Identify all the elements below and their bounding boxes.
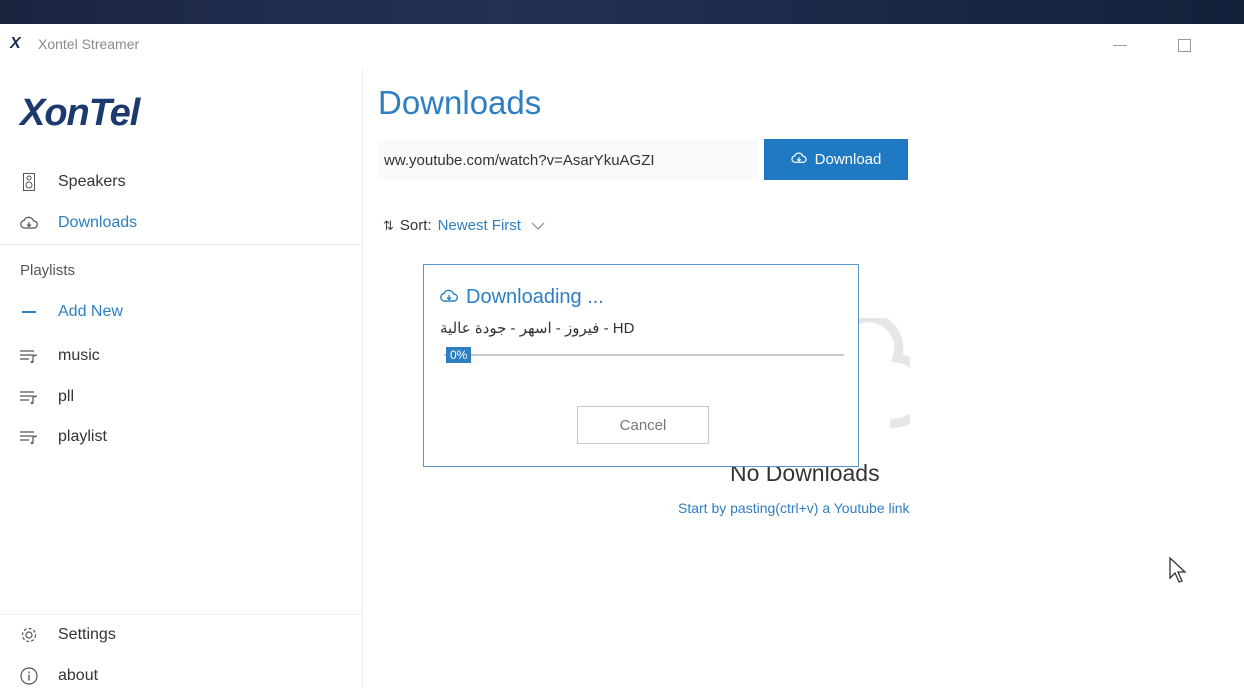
sidebar-divider <box>0 614 362 615</box>
add-new-label: Add New <box>58 303 123 320</box>
maximize-button[interactable] <box>1164 32 1204 58</box>
sort-icon: ⇅ <box>383 217 394 233</box>
minus-icon <box>20 311 38 313</box>
minimize-button[interactable] <box>1100 32 1140 58</box>
speaker-icon <box>20 173 38 191</box>
url-input[interactable] <box>378 140 758 180</box>
cancel-button[interactable]: Cancel <box>577 406 709 444</box>
gear-icon <box>20 626 38 644</box>
sidebar-item-downloads[interactable]: Downloads <box>20 210 137 236</box>
info-icon <box>20 667 38 685</box>
download-progress-bar <box>444 354 844 356</box>
window-titlebar: X Xontel Streamer <box>0 24 1244 68</box>
sidebar-item-label: Speakers <box>58 173 126 190</box>
sort-label: Sort: <box>399 217 432 234</box>
download-progress-dialog: Downloading ... فيروز - اسهر - جودة عالي… <box>423 264 859 467</box>
chevron-down-icon[interactable] <box>531 219 545 233</box>
playlists-heading: Playlists <box>20 262 76 279</box>
sidebar: XonTel Speakers Downloads Playlists Add … <box>0 68 363 688</box>
window-title: Xontel Streamer <box>38 36 140 52</box>
progress-percent: 0% <box>446 347 472 363</box>
sidebar-item-pll[interactable]: pll <box>20 384 74 410</box>
sidebar-item-music[interactable]: music <box>20 343 100 369</box>
sidebar-item-speakers[interactable]: Speakers <box>20 169 126 195</box>
sidebar-item-label: about <box>58 667 99 684</box>
dialog-title: Downloading ... <box>440 286 604 309</box>
sidebar-item-label: playlist <box>58 428 107 445</box>
sidebar-item-label: music <box>58 347 100 364</box>
dialog-title-text: Downloading ... <box>466 286 604 308</box>
sort-control[interactable]: ⇅ Sort: Newest First <box>383 217 545 234</box>
add-playlist-button[interactable]: Add New <box>20 299 123 325</box>
brand-logo: XonTel <box>20 92 140 134</box>
sidebar-item-settings[interactable]: Settings <box>20 622 116 648</box>
download-button-label: Download <box>814 151 882 168</box>
maximize-icon <box>1177 38 1191 52</box>
app-logo-icon: X <box>10 35 21 52</box>
sidebar-item-label: Settings <box>58 626 116 643</box>
cloud-download-icon <box>791 152 807 167</box>
minimize-icon <box>1113 44 1127 46</box>
sort-value[interactable]: Newest First <box>438 217 521 234</box>
playlist-icon <box>20 349 38 363</box>
download-file-name: فيروز - اسهر - جودة عالية - HD <box>440 320 635 337</box>
cloud-download-icon <box>20 216 38 230</box>
download-button[interactable]: Download <box>764 139 908 180</box>
desktop-top-strip <box>0 0 1244 24</box>
sidebar-divider <box>0 244 362 245</box>
empty-state-hint: Start by pasting(ctrl+v) a Youtube link <box>678 500 910 516</box>
sidebar-item-about[interactable]: about <box>20 663 98 689</box>
playlist-icon <box>20 430 38 444</box>
sidebar-item-label: Downloads <box>58 214 138 231</box>
sidebar-item-playlist[interactable]: playlist <box>20 424 107 450</box>
mouse-cursor-icon <box>1169 556 1187 583</box>
cloud-download-icon <box>440 289 458 307</box>
sidebar-item-label: pll <box>58 388 75 405</box>
playlist-icon <box>20 390 38 404</box>
page-title: Downloads <box>378 84 542 121</box>
